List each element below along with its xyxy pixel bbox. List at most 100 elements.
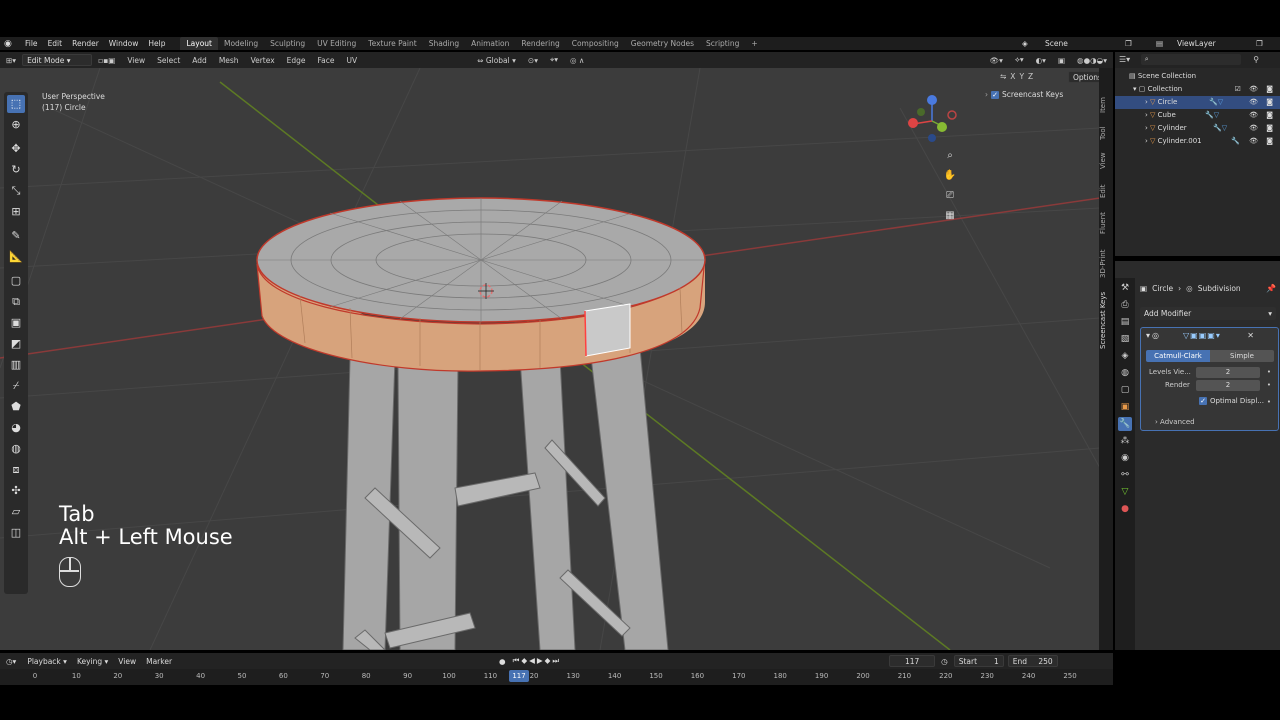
visibility-icon[interactable]: 👁▾ xyxy=(984,56,1009,65)
tab-item[interactable]: Item xyxy=(1099,92,1113,118)
shrink-fatten-icon[interactable]: ✣ xyxy=(7,482,25,500)
tab-edit[interactable]: Edit xyxy=(1099,178,1113,204)
menu-file[interactable]: File xyxy=(20,37,43,50)
keyframe-dot-icon[interactable]: • xyxy=(1267,381,1271,389)
tab-shading[interactable]: Shading xyxy=(423,37,465,50)
select-mode-icons[interactable]: ▫▪▣ xyxy=(92,56,121,65)
menu-render[interactable]: Render xyxy=(67,37,104,50)
copy-icon[interactable]: ❐ xyxy=(1125,37,1132,50)
chevron-right-icon[interactable]: › xyxy=(1145,124,1148,132)
tab-3d-print[interactable]: 3D-Print xyxy=(1099,244,1113,284)
3d-viewport[interactable]: User Perspective (117) Circle › ✓ Screen… xyxy=(0,68,1100,650)
pin-icon[interactable]: 📌 xyxy=(1266,284,1276,293)
outliner-object-cylinder[interactable]: › ▽ Cylinder 🔧▽ 👁 ◙ xyxy=(1115,122,1280,135)
edge-slide-icon[interactable]: ⧈ xyxy=(7,461,25,479)
snap-icon[interactable]: ⌖▾ xyxy=(544,55,564,65)
close-icon[interactable]: ✕ xyxy=(1247,331,1254,340)
scene-selector[interactable]: Scene xyxy=(1045,37,1068,50)
menu-playback[interactable]: Playback ▾ xyxy=(22,657,72,666)
scene-icon[interactable]: ◈ xyxy=(1022,37,1028,50)
menu-mesh[interactable]: Mesh xyxy=(213,56,245,65)
screencast-keys-toggle[interactable]: › ✓ Screencast Keys xyxy=(985,90,1063,99)
eye-camera-icons[interactable]: 👁 ◙ xyxy=(1249,122,1276,135)
menu-edit[interactable]: Edit xyxy=(43,37,68,50)
tab-sculpting[interactable]: Sculpting xyxy=(264,37,311,50)
menu-timeline-view[interactable]: View xyxy=(113,657,141,666)
shading-modes-icon[interactable]: ◍●◑◒▾ xyxy=(1071,56,1113,65)
timeline-ruler[interactable]: 0 10 20 30 40 50 60 70 80 90 100 110 120 130 140 150 160… xyxy=(0,669,1113,685)
render-levels-field[interactable]: 2 xyxy=(1196,380,1260,391)
knife-icon[interactable]: ⌿ xyxy=(7,377,25,395)
chevron-down-icon[interactable]: ▾ xyxy=(1133,85,1137,93)
tab-tool[interactable]: Tool xyxy=(1099,120,1113,146)
eye-camera-icons[interactable]: 👁 ◙ xyxy=(1249,135,1276,148)
current-frame-field[interactable]: 117 xyxy=(889,655,936,667)
menu-help[interactable]: Help xyxy=(143,37,170,50)
view-layer-tab-icon[interactable]: ▧ xyxy=(1118,332,1132,346)
outliner-object-cube[interactable]: › ▽ Cube 🔧▽ 👁 ◙ xyxy=(1115,109,1280,122)
particles-tab-icon[interactable]: ⁂ xyxy=(1118,434,1132,448)
menu-edge[interactable]: Edge xyxy=(281,56,312,65)
orientation-selector[interactable]: ⇔ Global ▾ xyxy=(471,56,522,65)
start-frame-field[interactable]: Start 1 xyxy=(953,655,1004,667)
overlay-icon[interactable]: ◐▾ xyxy=(1030,56,1052,65)
modifier-header-icons[interactable]: ▾◎ xyxy=(1146,331,1161,340)
playback-controls[interactable]: ⏮◆◀▶◆⏭ xyxy=(510,656,565,666)
tool-tab-icon[interactable]: ⚒ xyxy=(1118,281,1132,295)
timeline-editor-icon[interactable]: ◷▾ xyxy=(0,657,22,666)
tab-fluent[interactable]: Fluent xyxy=(1099,208,1113,238)
menu-add[interactable]: Add xyxy=(186,56,213,65)
tab-modeling[interactable]: Modeling xyxy=(218,37,264,50)
menu-select[interactable]: Select xyxy=(151,56,186,65)
collection-tab-icon[interactable]: ▢ xyxy=(1118,383,1132,397)
checkbox-icon[interactable]: ✓ xyxy=(1199,397,1207,405)
rip-icon[interactable]: ◫ xyxy=(7,524,25,542)
chevron-right-icon[interactable]: › xyxy=(1145,98,1148,106)
axis-y-toggle[interactable]: Y xyxy=(1019,72,1024,81)
menu-marker[interactable]: Marker xyxy=(141,657,177,666)
outliner-search-input[interactable]: ⌕ xyxy=(1140,54,1241,65)
grid-perspective-icon[interactable]: ▦ xyxy=(942,208,958,224)
chevron-right-icon[interactable]: › xyxy=(1145,137,1148,145)
xray-icon[interactable]: ▣ xyxy=(1052,56,1071,65)
render-tab-icon[interactable]: ⎙ xyxy=(1118,298,1132,312)
tab-view[interactable]: View xyxy=(1099,148,1113,174)
tab-texture-paint[interactable]: Texture Paint xyxy=(362,37,422,50)
loop-cut-icon[interactable]: ▥ xyxy=(7,356,25,374)
proportional-edit-icon[interactable]: ◎ ∧ xyxy=(564,56,590,65)
world-tab-icon[interactable]: ◍ xyxy=(1118,366,1132,380)
move-icon[interactable]: ✥ xyxy=(7,140,25,158)
mirror-icon[interactable]: ⇋ xyxy=(1000,72,1006,81)
extrude-icon[interactable]: ⧉ xyxy=(7,293,25,311)
scene-tab-icon[interactable]: ◈ xyxy=(1118,349,1132,363)
chevron-right-icon[interactable]: › xyxy=(1145,111,1148,119)
end-frame-field[interactable]: End 250 xyxy=(1007,655,1058,667)
tab-rendering[interactable]: Rendering xyxy=(515,37,565,50)
menu-uv[interactable]: UV xyxy=(341,56,364,65)
inset-icon[interactable]: ▣ xyxy=(7,314,25,332)
record-icon[interactable]: ● xyxy=(495,657,510,666)
tab-geometry-nodes[interactable]: Geometry Nodes xyxy=(625,37,700,50)
bevel-icon[interactable]: ◩ xyxy=(7,335,25,353)
shear-icon[interactable]: ▱ xyxy=(7,503,25,521)
annotate-icon[interactable]: ✎ xyxy=(7,227,25,245)
tab-layout[interactable]: Layout xyxy=(180,37,218,50)
smooth-icon[interactable]: ◍ xyxy=(7,440,25,458)
checkbox-icon[interactable]: ✓ xyxy=(991,90,999,99)
constraints-tab-icon[interactable]: ⚯ xyxy=(1118,468,1132,482)
pan-hand-icon[interactable]: ✋ xyxy=(942,168,958,184)
axis-x-toggle[interactable]: X xyxy=(1010,72,1015,81)
editor-type-icon[interactable]: ⊞▾ xyxy=(0,56,22,65)
tab-animation[interactable]: Animation xyxy=(465,37,515,50)
transform-icon[interactable]: ⊞ xyxy=(7,203,25,221)
playhead[interactable]: 117 xyxy=(509,670,529,682)
outliner-object-circle[interactable]: › ▽ Circle 🔧▽ 👁 ◙ xyxy=(1115,96,1280,109)
filter-icon[interactable]: ⚲ xyxy=(1253,55,1259,64)
menu-keying[interactable]: Keying ▾ xyxy=(72,657,113,666)
add-cube-icon[interactable]: ▢ xyxy=(7,272,25,290)
spin-icon[interactable]: ◕ xyxy=(7,419,25,437)
tab-compositing[interactable]: Compositing xyxy=(566,37,625,50)
material-tab-icon[interactable]: ● xyxy=(1118,502,1132,516)
copy-layer-icon[interactable]: ❐ xyxy=(1256,37,1263,50)
zoom-icon[interactable]: ⌕ xyxy=(942,148,958,164)
